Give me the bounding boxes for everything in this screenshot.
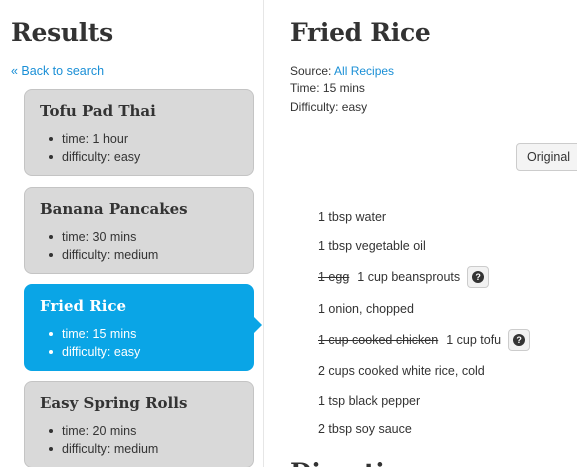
directions-heading: Directions xyxy=(290,458,433,467)
recipe-source: Source: All Recipes xyxy=(290,64,394,79)
recipe-card-title: Banana Pancakes xyxy=(40,200,188,218)
recipe-card-time: time: 20 mins xyxy=(47,422,158,440)
recipe-card-time: time: 15 mins xyxy=(47,325,140,343)
recipe-card-easy-spring-rolls[interactable]: Easy Spring Rolls time: 20 mins difficul… xyxy=(24,381,254,467)
original-button[interactable]: Original xyxy=(516,143,577,171)
question-icon: ? xyxy=(513,334,526,346)
recipe-title: Fried Rice xyxy=(290,18,431,47)
back-to-search-link[interactable]: « Back to search xyxy=(11,64,104,78)
ingredient-item: 1 tbsp water xyxy=(318,210,386,224)
ingredient-text: 1 tsp black pepper xyxy=(318,394,421,408)
recipe-card-tofu-pad-thai[interactable]: Tofu Pad Thai time: 1 hour difficulty: e… xyxy=(24,89,254,176)
recipe-card-time: time: 1 hour xyxy=(47,130,140,148)
ingredient-item: 1 onion, chopped xyxy=(318,302,414,316)
recipe-card-fried-rice[interactable]: Fried Rice time: 15 mins difficulty: eas… xyxy=(24,284,262,371)
recipe-card-title: Fried Rice xyxy=(40,297,127,315)
substitute-ingredient: 1 cup tofu xyxy=(446,333,502,347)
substitution-help-button[interactable]: ? xyxy=(467,266,490,288)
question-icon: ? xyxy=(472,271,485,283)
ingredient-text: 2 tbsp soy sauce xyxy=(318,422,412,436)
source-label: Source: xyxy=(290,64,332,78)
ingredient-item-substituted: 1 cup cooked chicken 1 cup tofu ? xyxy=(318,329,531,351)
recipe-card-banana-pancakes[interactable]: Banana Pancakes time: 30 mins difficulty… xyxy=(24,187,254,274)
substitute-ingredient: 1 cup beansprouts xyxy=(357,270,461,284)
ingredient-text: 1 tbsp vegetable oil xyxy=(318,239,426,253)
results-title: Results xyxy=(11,18,113,47)
results-sidebar: Results « Back to search Tofu Pad Thai t… xyxy=(0,0,263,467)
substitution-help-button[interactable]: ? xyxy=(508,329,531,351)
recipe-card-details: time: 1 hour difficulty: easy xyxy=(47,130,140,166)
column-divider xyxy=(263,0,264,467)
ingredient-text: 1 onion, chopped xyxy=(318,302,414,316)
recipe-card-difficulty: difficulty: medium xyxy=(47,440,158,458)
recipe-card-time: time: 30 mins xyxy=(47,228,158,246)
recipe-time: Time: 15 mins xyxy=(290,81,365,95)
recipe-card-difficulty: difficulty: medium xyxy=(47,246,158,264)
ingredient-item: 2 cups cooked white rice, cold xyxy=(318,364,485,378)
recipe-card-difficulty: difficulty: easy xyxy=(47,148,140,166)
recipe-card-title: Easy Spring Rolls xyxy=(40,394,188,412)
ingredient-item: 2 tbsp soy sauce xyxy=(318,422,412,436)
recipe-card-difficulty: difficulty: easy xyxy=(47,343,140,361)
source-link[interactable]: All Recipes xyxy=(334,64,394,78)
recipe-card-details: time: 15 mins difficulty: easy xyxy=(47,325,140,361)
recipe-card-details: time: 30 mins difficulty: medium xyxy=(47,228,158,264)
ingredient-item: 1 tsp black pepper xyxy=(318,394,420,408)
ingredient-item-substituted: 1 egg 1 cup beansprouts ? xyxy=(318,266,490,288)
ingredient-text: 2 cups cooked white rice, cold xyxy=(318,364,485,378)
ingredient-item: 1 tbsp vegetable oil xyxy=(318,239,426,253)
original-ingredient: 1 cup cooked chicken xyxy=(318,333,439,347)
ingredient-text: 1 tbsp water xyxy=(318,210,387,224)
original-ingredient: 1 egg xyxy=(318,270,350,284)
recipe-card-details: time: 20 mins difficulty: medium xyxy=(47,422,158,458)
recipe-card-title: Tofu Pad Thai xyxy=(40,102,156,120)
recipe-difficulty: Difficulty: easy xyxy=(290,100,368,114)
